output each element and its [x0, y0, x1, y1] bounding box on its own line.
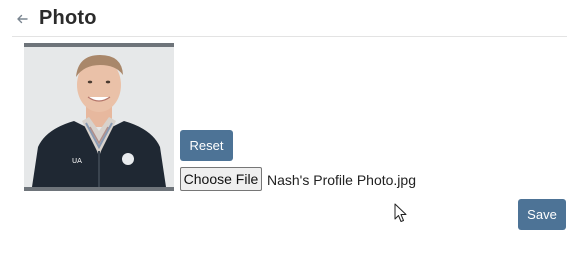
reset-button[interactable]: Reset [180, 130, 233, 161]
choose-file-button[interactable]: Choose File [180, 167, 262, 191]
mouse-cursor-icon [394, 203, 407, 222]
svg-text:UA: UA [72, 157, 82, 165]
page-header: Photo [12, 0, 567, 37]
selected-file-name: Nash's Profile Photo.jpg [267, 172, 416, 188]
profile-photo: UA [24, 47, 174, 187]
save-button[interactable]: Save [518, 199, 566, 230]
profile-photo-frame: UA [24, 43, 174, 191]
page-title: Photo [39, 7, 97, 29]
profile-photo-image: UA [24, 47, 174, 187]
arrow-left-icon[interactable] [16, 13, 28, 25]
